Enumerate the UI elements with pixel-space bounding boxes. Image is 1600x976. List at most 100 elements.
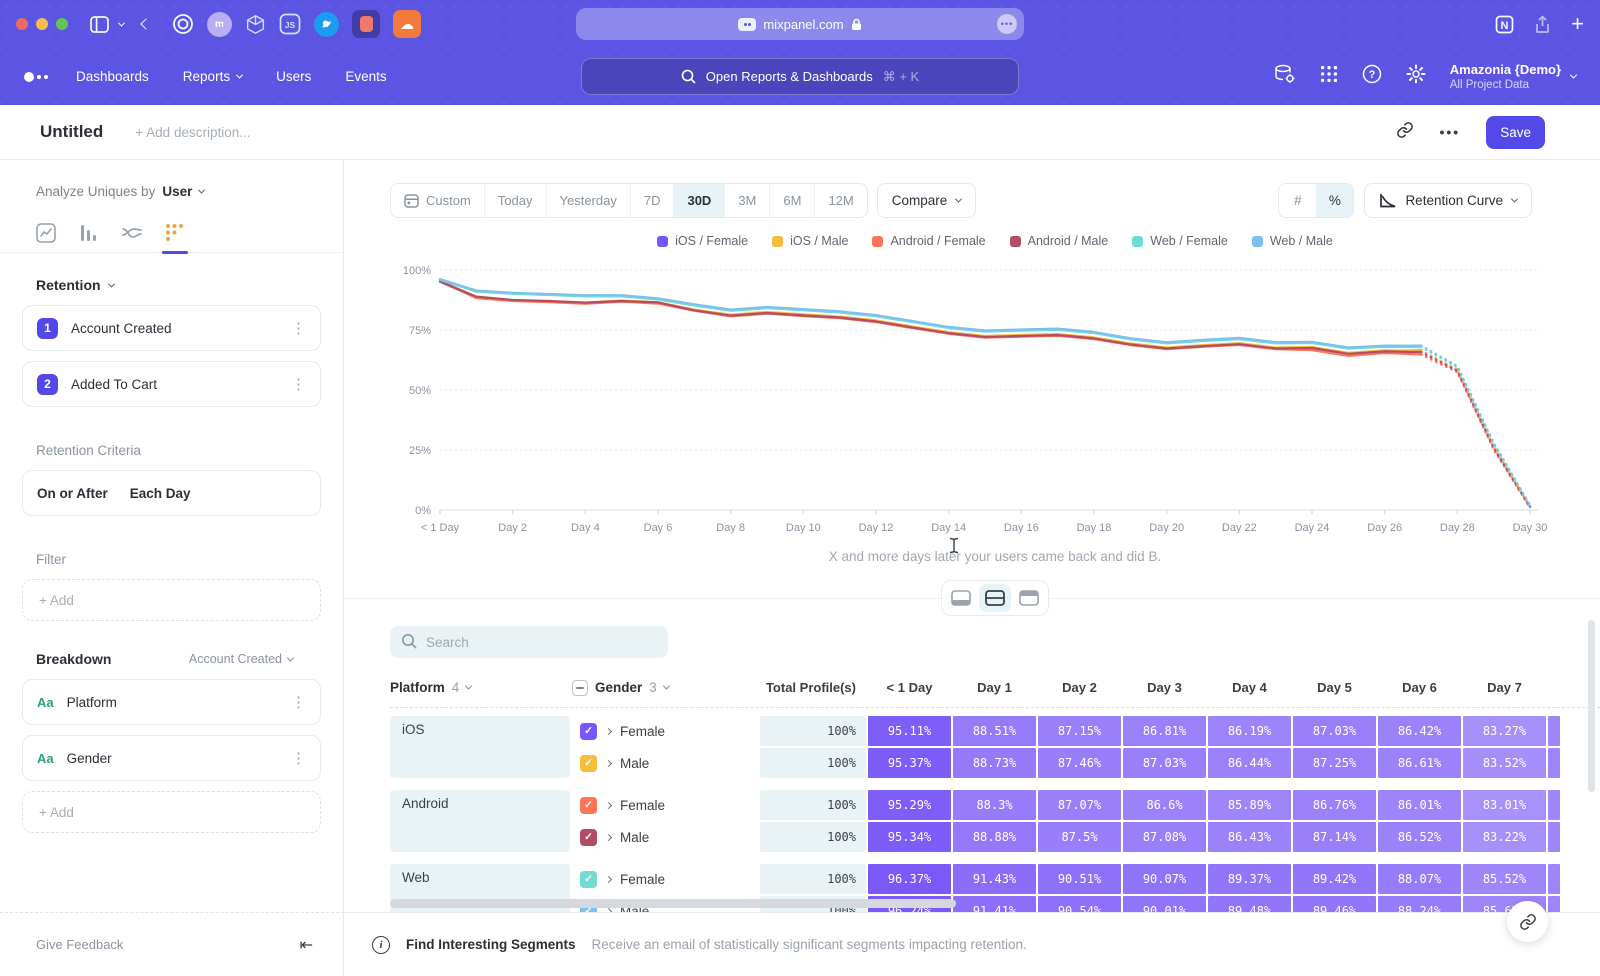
retention-value-cell[interactable]: 87.15% [1038, 716, 1121, 746]
retention-value-cell[interactable]: 90.51% [1038, 864, 1121, 894]
retention-value-cell[interactable]: 88.24% [1378, 896, 1461, 912]
retention-value-cell[interactable]: 89.42% [1293, 864, 1376, 894]
expand-row-icon[interactable] [605, 801, 612, 808]
maximize-window-button[interactable] [56, 18, 68, 30]
extension-js-icon[interactable]: JS [279, 13, 301, 35]
retention-value-cell[interactable]: 90.01% [1123, 896, 1206, 912]
column-header[interactable]: Day 3 [1123, 680, 1206, 695]
retention-value-cell[interactable]: 87.14% [1293, 822, 1376, 852]
extension-cloud-icon[interactable]: ☁ [393, 10, 421, 38]
retention-value-cell[interactable]: 87.07% [1038, 790, 1121, 820]
retention-value-cell[interactable]: 83.22% [1463, 822, 1546, 852]
nav-events[interactable]: Events [345, 69, 386, 84]
global-search[interactable]: Open Reports & Dashboards ⌘ + K [581, 58, 1019, 95]
add-breakdown-button[interactable]: + Add [22, 791, 321, 833]
legend-item[interactable]: Android / Male [1010, 234, 1109, 248]
new-tab-icon[interactable]: + [1571, 11, 1584, 37]
extension-red-icon[interactable] [352, 10, 380, 38]
extension-cube-icon[interactable] [245, 14, 266, 35]
copy-link-icon[interactable] [1396, 121, 1414, 144]
date-range-today[interactable]: Today [484, 184, 546, 217]
settings-gear-icon[interactable] [1406, 64, 1426, 89]
retention-value-cell[interactable]: 95.11% [868, 716, 951, 746]
data-management-icon[interactable] [1273, 64, 1296, 90]
kebab-menu-icon[interactable]: ⋮ [291, 693, 306, 711]
retention-criteria-card[interactable]: On or After Each Day [22, 470, 321, 516]
retention-value-cell[interactable]: 87.08% [1123, 822, 1206, 852]
kebab-menu-icon[interactable]: ⋮ [291, 319, 306, 337]
analyze-entity-selector[interactable]: User [162, 184, 192, 199]
apps-grid-icon[interactable] [1320, 65, 1338, 88]
add-description[interactable]: + Add description... [135, 125, 250, 140]
column-header[interactable]: Day 6 [1378, 680, 1461, 695]
expand-row-icon[interactable] [605, 759, 612, 766]
gender-cell[interactable]: ✓Female [572, 790, 758, 820]
series-checkbox[interactable]: ✓ [580, 871, 597, 888]
date-range-3m[interactable]: 3M [724, 184, 769, 217]
kebab-menu-icon[interactable]: ⋮ [291, 375, 306, 393]
extension-icons[interactable]: m JS ☁ [172, 10, 421, 38]
retention-value-cell[interactable]: 87.03% [1123, 748, 1206, 778]
retention-value-cell[interactable]: 83.27% [1463, 716, 1546, 746]
retention-value-cell[interactable]: 89.37% [1208, 864, 1291, 894]
legend-item[interactable]: iOS / Male [772, 234, 848, 248]
extension-target-icon[interactable] [172, 13, 194, 35]
column-header[interactable]: Day 4 [1208, 680, 1291, 695]
retention-value-cell[interactable]: 90.07% [1123, 864, 1206, 894]
retention-value-cell[interactable]: 86.42% [1378, 716, 1461, 746]
window-controls[interactable] [16, 18, 68, 30]
extension-m-icon[interactable]: m [207, 12, 232, 37]
expand-row-icon[interactable] [605, 833, 612, 840]
retention-value-cell[interactable]: 96.37% [868, 864, 951, 894]
retention-value-cell[interactable]: 87.5% [1038, 822, 1121, 852]
retention-value-cell[interactable]: 86.61% [1378, 748, 1461, 778]
date-range-30d[interactable]: 30D [673, 184, 724, 217]
retention-value-cell[interactable]: 88.07% [1378, 864, 1461, 894]
legend-item[interactable]: iOS / Female [657, 234, 748, 248]
give-feedback-link[interactable]: Give Feedback [36, 937, 123, 952]
table-search-input[interactable] [390, 626, 668, 658]
breakdown-platform[interactable]: AaPlatform⋮ [22, 679, 321, 725]
retention-value-cell[interactable]: 86.43% [1208, 822, 1291, 852]
retention-value-cell[interactable]: 91.43% [953, 864, 1036, 894]
back-icon[interactable] [142, 20, 150, 28]
retention-value-cell[interactable]: 88.3% [953, 790, 1036, 820]
absolute-mode-button[interactable]: # [1279, 184, 1316, 217]
date-range-custom[interactable]: Custom [391, 184, 484, 217]
collapse-sidebar-icon[interactable]: ⇤ [300, 935, 313, 955]
expand-row-icon[interactable] [605, 875, 612, 882]
save-button[interactable]: Save [1486, 116, 1545, 149]
notion-icon[interactable]: N [1495, 15, 1514, 34]
nav-users[interactable]: Users [276, 69, 311, 84]
retention-value-cell[interactable]: 86.19% [1208, 716, 1291, 746]
date-range-6m[interactable]: 6M [769, 184, 814, 217]
nav-reports[interactable]: Reports [183, 69, 242, 84]
platform-cell[interactable]: Android [390, 790, 570, 852]
account-menu[interactable]: Amazonia {Demo} All Project Data [1450, 62, 1576, 91]
retention-chart[interactable]: 100%75%50%25%0%< 1 DayDay 2Day 4Day 6Day… [390, 254, 1550, 538]
vertical-scrollbar[interactable] [1588, 620, 1595, 792]
retention-value-cell[interactable]: 95.37% [868, 748, 951, 778]
view-toggle-split[interactable] [979, 584, 1011, 612]
column-header[interactable]: Day 1 [953, 680, 1036, 695]
address-bar[interactable]: mixpanel.com ••• [576, 8, 1024, 40]
event-step-2[interactable]: 2Added To Cart⋮ [22, 361, 321, 407]
gender-column-header[interactable]: Gender 3 [572, 680, 758, 696]
browser-sidebar-icon[interactable] [90, 16, 109, 33]
retention-value-cell[interactable]: 86.44% [1208, 748, 1291, 778]
retention-value-cell[interactable]: 86.81% [1123, 716, 1206, 746]
column-header[interactable]: Day 7 [1463, 680, 1546, 695]
retention-value-cell[interactable]: 86.76% [1293, 790, 1376, 820]
retention-value-cell[interactable]: 89.48% [1208, 896, 1291, 912]
tab-flows[interactable] [110, 213, 153, 253]
date-range-12m[interactable]: 12M [814, 184, 866, 217]
platform-cell[interactable]: iOS [390, 716, 570, 778]
mixpanel-logo[interactable] [24, 72, 58, 82]
add-filter-button[interactable]: + Add [22, 579, 321, 621]
retention-value-cell[interactable]: 91.41% [953, 896, 1036, 912]
retention-value-cell[interactable]: 83.52% [1463, 748, 1546, 778]
minimize-window-button[interactable] [36, 18, 48, 30]
retention-value-cell[interactable]: 89.46% [1293, 896, 1376, 912]
kebab-menu-icon[interactable]: ⋮ [291, 749, 306, 767]
retention-value-cell[interactable]: 88.88% [953, 822, 1036, 852]
